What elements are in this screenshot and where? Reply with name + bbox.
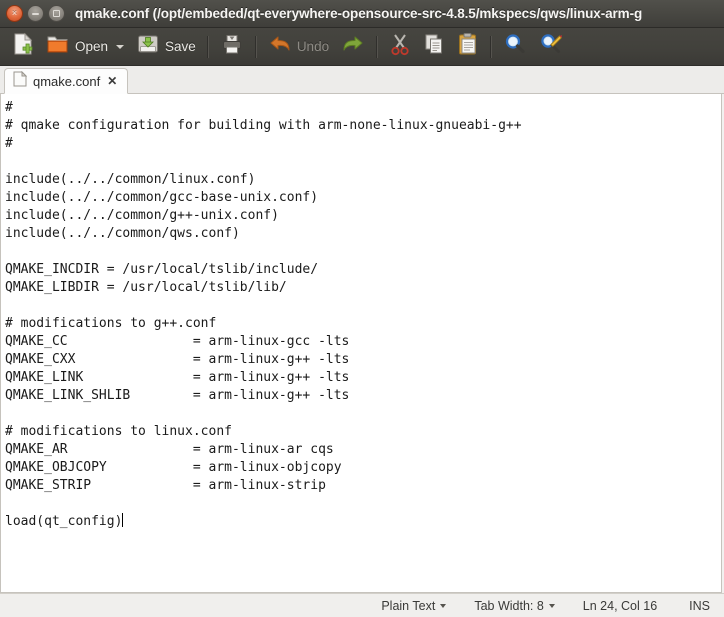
close-icon: ×: [11, 8, 18, 18]
close-window-button[interactable]: ×: [6, 5, 23, 22]
search-icon: [503, 32, 527, 61]
copy-icon: [423, 32, 445, 61]
open-label: Open: [75, 39, 109, 54]
replace-button[interactable]: [533, 32, 569, 62]
new-document-icon: [12, 32, 34, 61]
window-controls: ×: [6, 5, 65, 22]
text-cursor: [122, 513, 124, 527]
tab-label: qmake.conf: [33, 73, 101, 89]
find-replace-icon: [539, 32, 563, 61]
window-title: qmake.conf (/opt/embeded/qt-everywhere-o…: [75, 6, 643, 21]
undo-arrow-icon: [268, 33, 292, 60]
redo-button[interactable]: [335, 32, 371, 62]
maximize-icon: [53, 10, 60, 17]
tab-qmake-conf[interactable]: qmake.conf ✕: [4, 68, 129, 94]
document-text-content: # # qmake configuration for building wit…: [5, 100, 522, 529]
open-document-button[interactable]: Open: [40, 32, 130, 62]
find-button[interactable]: [497, 32, 533, 62]
tab-close-icon[interactable]: ✕: [106, 75, 118, 87]
cut-button[interactable]: [383, 32, 417, 62]
save-label: Save: [165, 39, 196, 54]
undo-button[interactable]: Undo: [262, 32, 335, 62]
status-bar: Plain Text Tab Width: 8 Ln 24, Col 16 IN…: [0, 593, 724, 617]
cursor-position: Ln 24, Col 16: [569, 599, 671, 613]
language-selector[interactable]: Plain Text: [367, 599, 460, 613]
save-icon: [136, 32, 160, 61]
minimize-icon: [32, 12, 39, 15]
chevron-down-icon[interactable]: [548, 603, 555, 608]
open-folder-icon: [46, 32, 70, 61]
document-icon: [13, 70, 28, 92]
toolbar: Open Save Undo: [0, 28, 724, 66]
copy-button[interactable]: [417, 32, 451, 62]
maximize-window-button[interactable]: [48, 5, 65, 22]
print-document-button[interactable]: [214, 32, 250, 62]
toolbar-separator-3: [376, 35, 379, 58]
chevron-down-icon[interactable]: [440, 603, 447, 608]
redo-arrow-icon: [341, 33, 365, 60]
title-bar: × qmake.conf (/opt/embeded/qt-everywhere…: [0, 0, 724, 28]
tab-width-label: Tab Width: 8: [474, 598, 544, 613]
minimize-window-button[interactable]: [27, 5, 44, 22]
scissors-icon: [389, 32, 411, 61]
document-text[interactable]: # # qmake configuration for building wit…: [1, 94, 721, 531]
insert-mode: INS: [671, 599, 714, 613]
save-document-button[interactable]: Save: [130, 32, 202, 62]
editor-area: # # qmake configuration for building wit…: [0, 94, 724, 593]
tab-width-selector[interactable]: Tab Width: 8: [460, 599, 568, 613]
undo-label: Undo: [296, 39, 330, 54]
toolbar-separator-1: [206, 35, 209, 58]
cursor-position-label: Ln 24, Col 16: [582, 598, 658, 613]
paste-icon: [457, 32, 479, 61]
text-view[interactable]: # # qmake configuration for building wit…: [0, 94, 722, 593]
gedit-window: × qmake.conf (/opt/embeded/qt-everywhere…: [0, 0, 724, 617]
insert-mode-label: INS: [689, 598, 710, 613]
paste-button[interactable]: [451, 32, 485, 62]
toolbar-separator-2: [254, 35, 257, 58]
language-label: Plain Text: [381, 598, 436, 613]
chevron-down-icon[interactable]: [116, 44, 125, 49]
tab-bar: qmake.conf ✕: [0, 66, 724, 94]
new-document-button[interactable]: [6, 32, 40, 62]
toolbar-separator-4: [490, 35, 493, 58]
printer-icon: [220, 32, 244, 61]
